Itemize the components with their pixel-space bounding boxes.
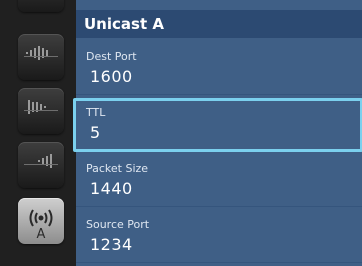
signal-bars-icon xyxy=(24,46,58,60)
field-source-port[interactable]: Source Port 1234 xyxy=(76,212,362,263)
sidebar-button-signal-low[interactable] xyxy=(18,34,64,80)
sidebar-button-signal-mid[interactable] xyxy=(18,88,64,134)
source-port-label: Source Port xyxy=(86,218,150,231)
ttl-value[interactable]: 5 xyxy=(90,123,101,142)
field-ttl[interactable]: TTL 5 xyxy=(73,98,362,152)
signal-bars-mid-icon xyxy=(24,100,58,114)
page-title: Unicast A xyxy=(84,15,164,33)
sidebar-button-top-partial[interactable] xyxy=(18,0,64,12)
dest-port-label: Dest Port xyxy=(86,50,137,63)
sidebar: A xyxy=(0,0,76,266)
packet-size-value[interactable]: 1440 xyxy=(90,179,133,198)
sidebar-button-signal-high[interactable] xyxy=(18,142,64,188)
wireless-antenna-icon: A xyxy=(29,209,53,242)
field-packet-size[interactable]: Packet Size 1440 xyxy=(76,156,362,207)
dest-port-value[interactable]: 1600 xyxy=(90,67,133,86)
source-port-value[interactable]: 1234 xyxy=(90,235,133,254)
sidebar-button-antenna[interactable]: A xyxy=(18,198,64,244)
field-dest-port[interactable]: Dest Port 1600 xyxy=(76,44,362,95)
signal-bars-high-icon xyxy=(24,154,58,168)
ttl-label: TTL xyxy=(86,106,106,119)
focus-ring xyxy=(73,98,362,152)
panel-header: Unicast A xyxy=(76,10,362,38)
antenna-letter: A xyxy=(37,227,46,242)
packet-size-label: Packet Size xyxy=(86,162,149,175)
